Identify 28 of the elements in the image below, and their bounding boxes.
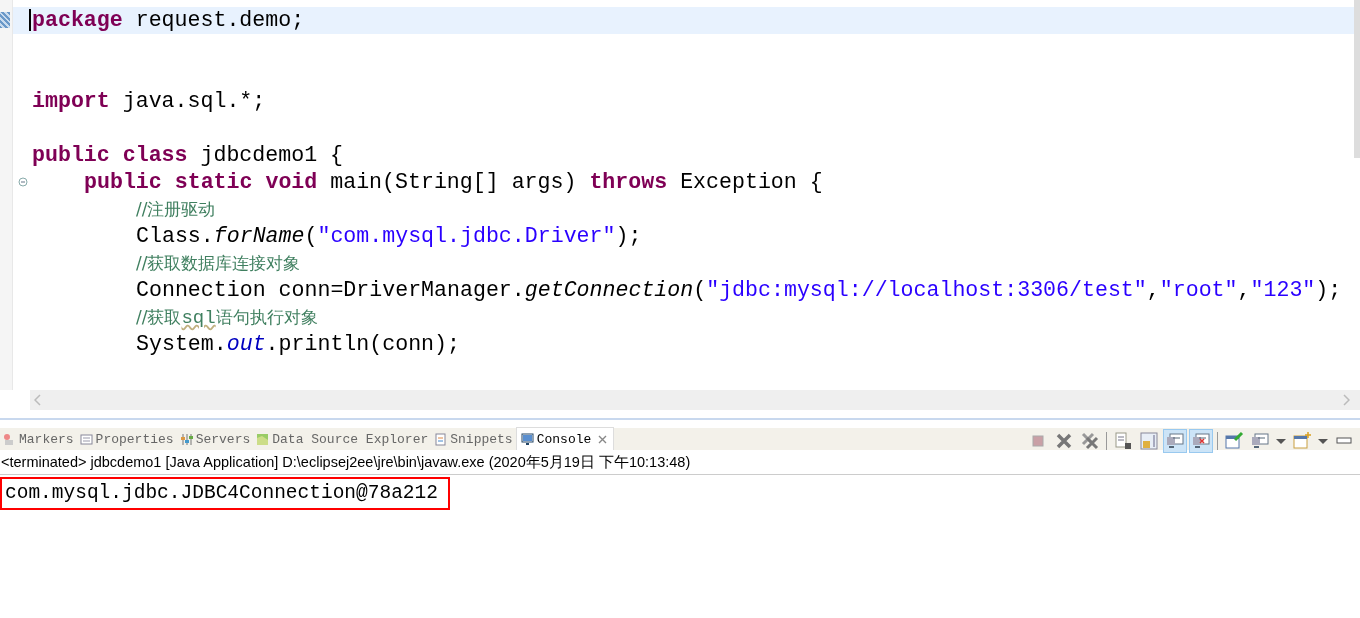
code-line: Connection conn=DriverManager.getConnection("jdbc:mysql://localhost:3306/test","root","123"); bbox=[135, 277, 1342, 304]
code-line: Class.forName("com.mysql.jdbc.Driver"); bbox=[135, 223, 642, 250]
view-icon bbox=[434, 432, 448, 446]
close-icon[interactable] bbox=[598, 434, 608, 444]
view-tab[interactable]: Snippets bbox=[431, 428, 516, 450]
console-output: com.mysql.jdbc.JDBC4Connection@78a212 bbox=[0, 477, 450, 510]
code-line: //注册驱动 bbox=[135, 198, 216, 221]
view-icon bbox=[79, 432, 93, 446]
code-line: import java.sql.*; bbox=[32, 88, 266, 115]
code-line: public class jdbcdemo1 { bbox=[32, 142, 344, 169]
code-line: //获取数据库连接对象 bbox=[135, 252, 301, 275]
view-icon bbox=[3, 432, 16, 446]
console-header: <terminated> jdbcdemo1 [Java Application] D:\eclipsej2ee\jre\bin\javaw.exe (2020年5月19日 下午10:13:48) bbox=[0, 450, 1360, 475]
vertical-scrollbar[interactable] bbox=[1354, 0, 1360, 158]
view-tab[interactable]: Properties bbox=[76, 428, 177, 450]
code-line: package request.demo; bbox=[32, 7, 305, 34]
bookmark-marker bbox=[0, 12, 10, 28]
view-tab[interactable]: Data Source Explorer bbox=[253, 428, 432, 450]
code-line: //获取sql语句执行对象 bbox=[135, 306, 318, 331]
code-line: public static void main(String[] args) throws Exception { bbox=[83, 169, 823, 196]
view-icon bbox=[520, 432, 534, 446]
collapse-icon[interactable] bbox=[18, 177, 28, 187]
view-tab[interactable]: Servers bbox=[176, 428, 254, 450]
view-icon bbox=[256, 432, 270, 446]
code-line: System.out.println(conn); bbox=[135, 331, 460, 358]
view-icon bbox=[179, 432, 193, 446]
view-tab[interactable]: Markers bbox=[0, 428, 77, 450]
view-tab[interactable]: Console bbox=[515, 427, 615, 450]
